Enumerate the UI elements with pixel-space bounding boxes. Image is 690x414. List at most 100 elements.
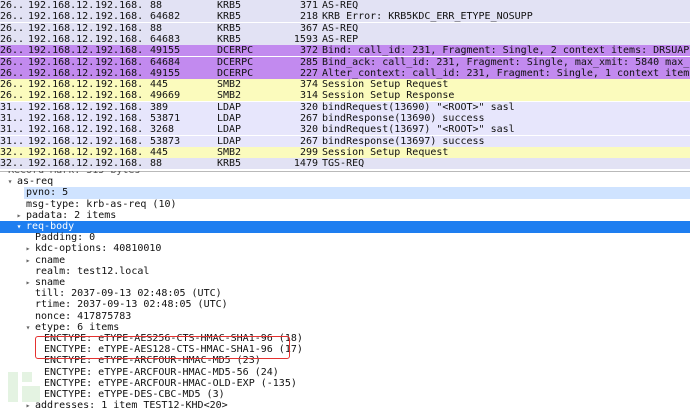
packet-destination: 192.168... bbox=[95, 11, 143, 23]
packet-destination: 192.168... bbox=[95, 33, 143, 45]
packet-number: 26.. bbox=[0, 22, 25, 34]
tree-row-label: cname bbox=[35, 254, 66, 266]
packet-row[interactable]: 26..192.168.12...192.168... 49669 SMB2 314 S… bbox=[0, 90, 690, 102]
packet-row[interactable]: 31..192.168.12...192.168... 53873 LDAP 267 b… bbox=[0, 135, 690, 147]
tree-row[interactable]: ▸ padata: 2 items bbox=[0, 210, 690, 222]
packet-number: 26.. bbox=[0, 45, 25, 57]
packet-port: 88 bbox=[150, 0, 163, 11]
packet-length: 320 bbox=[299, 101, 318, 113]
tree-row[interactable]: ▸ cname bbox=[0, 255, 690, 267]
tree-row[interactable]: till: 2037-09-13 02:48:05 (UTC) bbox=[0, 288, 690, 300]
packet-destination: 192.168... bbox=[95, 101, 143, 113]
packet-destination: 192.168... bbox=[95, 135, 143, 147]
tree-row[interactable]: ▾ etype: 6 items bbox=[0, 322, 690, 334]
watermark-logo bbox=[8, 372, 40, 402]
packet-number: 31.. bbox=[0, 113, 25, 124]
expanded-arrow-icon[interactable]: ▾ bbox=[5, 176, 15, 188]
packet-port: 445 bbox=[150, 146, 169, 158]
packet-row[interactable]: 26..192.168.12...192.168... 64683 KRB5 1593… bbox=[0, 33, 690, 45]
packet-length: 299 bbox=[299, 146, 318, 158]
tree-row-label: req-body bbox=[26, 221, 75, 232]
tree-row[interactable]: msg-type: krb-as-req (10) bbox=[0, 199, 690, 211]
tree-row-label: ENCTYPE: eTYPE-ARCFOUR-HMAC-OLD-EXP (-13… bbox=[44, 377, 297, 389]
packet-info: AS-REQ bbox=[322, 0, 359, 11]
packet-length: 218 bbox=[299, 11, 318, 23]
packet-source: 192.168.12... bbox=[28, 90, 92, 102]
packet-row[interactable]: 31..192.168.12...192.168... 3268 LDAP 320 bi… bbox=[0, 124, 690, 136]
packet-row[interactable]: 32..192.168.12...192.168... 445 SMB2 299 Ses… bbox=[0, 146, 690, 158]
packet-destination: 192.168... bbox=[95, 79, 143, 91]
tree-row[interactable]: rtime: 2037-09-13 02:48:05 (UTC) bbox=[0, 299, 690, 311]
tree-row[interactable]: ▾ as-req bbox=[0, 176, 690, 188]
tree-row-label: till: 2037-09-13 02:48:05 (UTC) bbox=[35, 288, 222, 300]
packet-info: TGS-REQ bbox=[322, 158, 365, 170]
packet-row[interactable]: 26..192.168.12...192.168... 49155 DCERPC 22… bbox=[0, 67, 690, 79]
packet-number: 31.. bbox=[0, 101, 25, 113]
packet-number: 26.. bbox=[0, 11, 25, 23]
packet-row[interactable]: 26..192.168.12...192.168... 88 KRB5 371 AS-R… bbox=[0, 0, 690, 11]
packet-port: 445 bbox=[150, 79, 169, 91]
tree-row[interactable]: ENCTYPE: eTYPE-ARCFOUR-HMAC-MD5-56 (24) bbox=[0, 367, 690, 379]
packet-port: 53871 bbox=[150, 113, 181, 124]
tree-row[interactable]: Padding: 0 bbox=[0, 232, 690, 244]
packet-protocol: KRB5 bbox=[217, 22, 242, 34]
packet-length: 267 bbox=[299, 113, 318, 124]
packet-destination: 192.168... bbox=[95, 56, 143, 68]
collapsed-arrow-icon[interactable]: ▸ bbox=[23, 255, 33, 267]
packet-row[interactable]: 26..192.168.12...192.168... 64684 DCERPC 28… bbox=[0, 56, 690, 68]
packet-row[interactable]: 26..192.168.12...192.168... 64682 KRB5 218 K… bbox=[0, 11, 690, 23]
packet-details-tree: Record Mark: 315 bytes▾as-reqpvno: 5msg-… bbox=[0, 171, 690, 414]
packet-info: bindResponse(13697) success bbox=[322, 135, 485, 147]
tree-row[interactable]: ENCTYPE: eTYPE-DES-CBC-MD5 (3) bbox=[0, 389, 690, 401]
packet-destination: 192.168... bbox=[95, 22, 143, 34]
tree-row-label: as-req bbox=[17, 176, 54, 188]
packet-row[interactable]: 31..192.168.12...192.168... 389 LDAP 320 bin… bbox=[0, 101, 690, 113]
packet-source: 192.168.12... bbox=[28, 113, 92, 124]
packet-row[interactable]: 32..192.168.12...192.168... 88 KRB5 1479 TGS… bbox=[0, 158, 690, 170]
expanded-arrow-icon[interactable]: ▾ bbox=[23, 322, 33, 334]
expanded-arrow-icon[interactable]: ▾ bbox=[14, 221, 24, 233]
tree-row[interactable]: ▸ kdc-options: 40810010 bbox=[0, 243, 690, 255]
packet-number: 32.. bbox=[0, 146, 25, 158]
packet-destination: 192.168... bbox=[95, 0, 143, 11]
collapsed-arrow-icon[interactable]: ▸ bbox=[23, 277, 33, 289]
collapsed-arrow-icon[interactable]: ▸ bbox=[14, 210, 24, 222]
packet-length: 267 bbox=[299, 135, 318, 147]
packet-number: 31.. bbox=[0, 135, 25, 147]
tree-row[interactable]: ▾ req-body bbox=[0, 221, 690, 233]
collapsed-arrow-icon[interactable]: ▸ bbox=[23, 243, 33, 255]
packet-length: 371 bbox=[299, 0, 318, 11]
tree-row-label: rtime: 2037-09-13 02:48:05 (UTC) bbox=[35, 299, 228, 311]
packet-info: Bind_ack: call_id: 231, Fragment: Single… bbox=[322, 56, 690, 68]
packet-row[interactable]: 31..192.168.12...192.168... 53871 LDAP 267 b… bbox=[0, 113, 690, 124]
packet-source: 192.168.12... bbox=[28, 22, 92, 34]
packet-source: 192.168.12... bbox=[28, 135, 92, 147]
packet-row[interactable]: 26..192.168.12...192.168... 49155 DCERPC 37… bbox=[0, 45, 690, 57]
packet-destination: 192.168... bbox=[95, 113, 143, 124]
packet-protocol: SMB2 bbox=[217, 90, 242, 102]
packet-protocol: LDAP bbox=[217, 101, 242, 113]
packet-info: AS-REQ bbox=[322, 22, 359, 34]
packet-destination: 192.168... bbox=[95, 158, 143, 170]
tree-row[interactable]: nonce: 417875783 bbox=[0, 311, 690, 323]
packet-row[interactable]: 26..192.168.12...192.168... 445 SMB2 374 Ses… bbox=[0, 79, 690, 91]
tree-row[interactable]: pvno: 5 bbox=[0, 187, 690, 200]
packet-source: 192.168.12... bbox=[28, 158, 92, 170]
packet-source: 192.168.12... bbox=[28, 79, 92, 91]
packet-info: Bind: call_id: 231, Fragment: Single, 2 … bbox=[322, 45, 690, 57]
tree-row[interactable]: ENCTYPE: eTYPE-ARCFOUR-HMAC-OLD-EXP (-13… bbox=[0, 378, 690, 390]
packet-length: 367 bbox=[299, 22, 318, 34]
packet-protocol: SMB2 bbox=[217, 79, 242, 91]
packet-row[interactable]: 26..192.168.12...192.168... 88 KRB5 367 AS-R… bbox=[0, 22, 690, 34]
tree-row[interactable]: ▸ sname bbox=[0, 277, 690, 289]
tree-row[interactable]: ▸ addresses: 1 item TEST12-KHD<20> bbox=[0, 400, 690, 412]
packet-list: 26..192.168.12...192.168...88KRB5371AS-R… bbox=[0, 0, 690, 171]
packet-number: 32.. bbox=[0, 158, 25, 170]
packet-info: KRB Error: KRB5KDC_ERR_ETYPE_NOSUPP bbox=[322, 11, 533, 23]
tree-row-label: pvno: 5 bbox=[24, 187, 690, 200]
tree-row[interactable]: realm: test12.local bbox=[0, 266, 690, 278]
packet-info: Session Setup Request bbox=[322, 79, 449, 91]
packet-source: 192.168.12... bbox=[28, 56, 92, 68]
packet-length: 372 bbox=[299, 45, 318, 57]
packet-protocol: LDAP bbox=[217, 113, 242, 124]
